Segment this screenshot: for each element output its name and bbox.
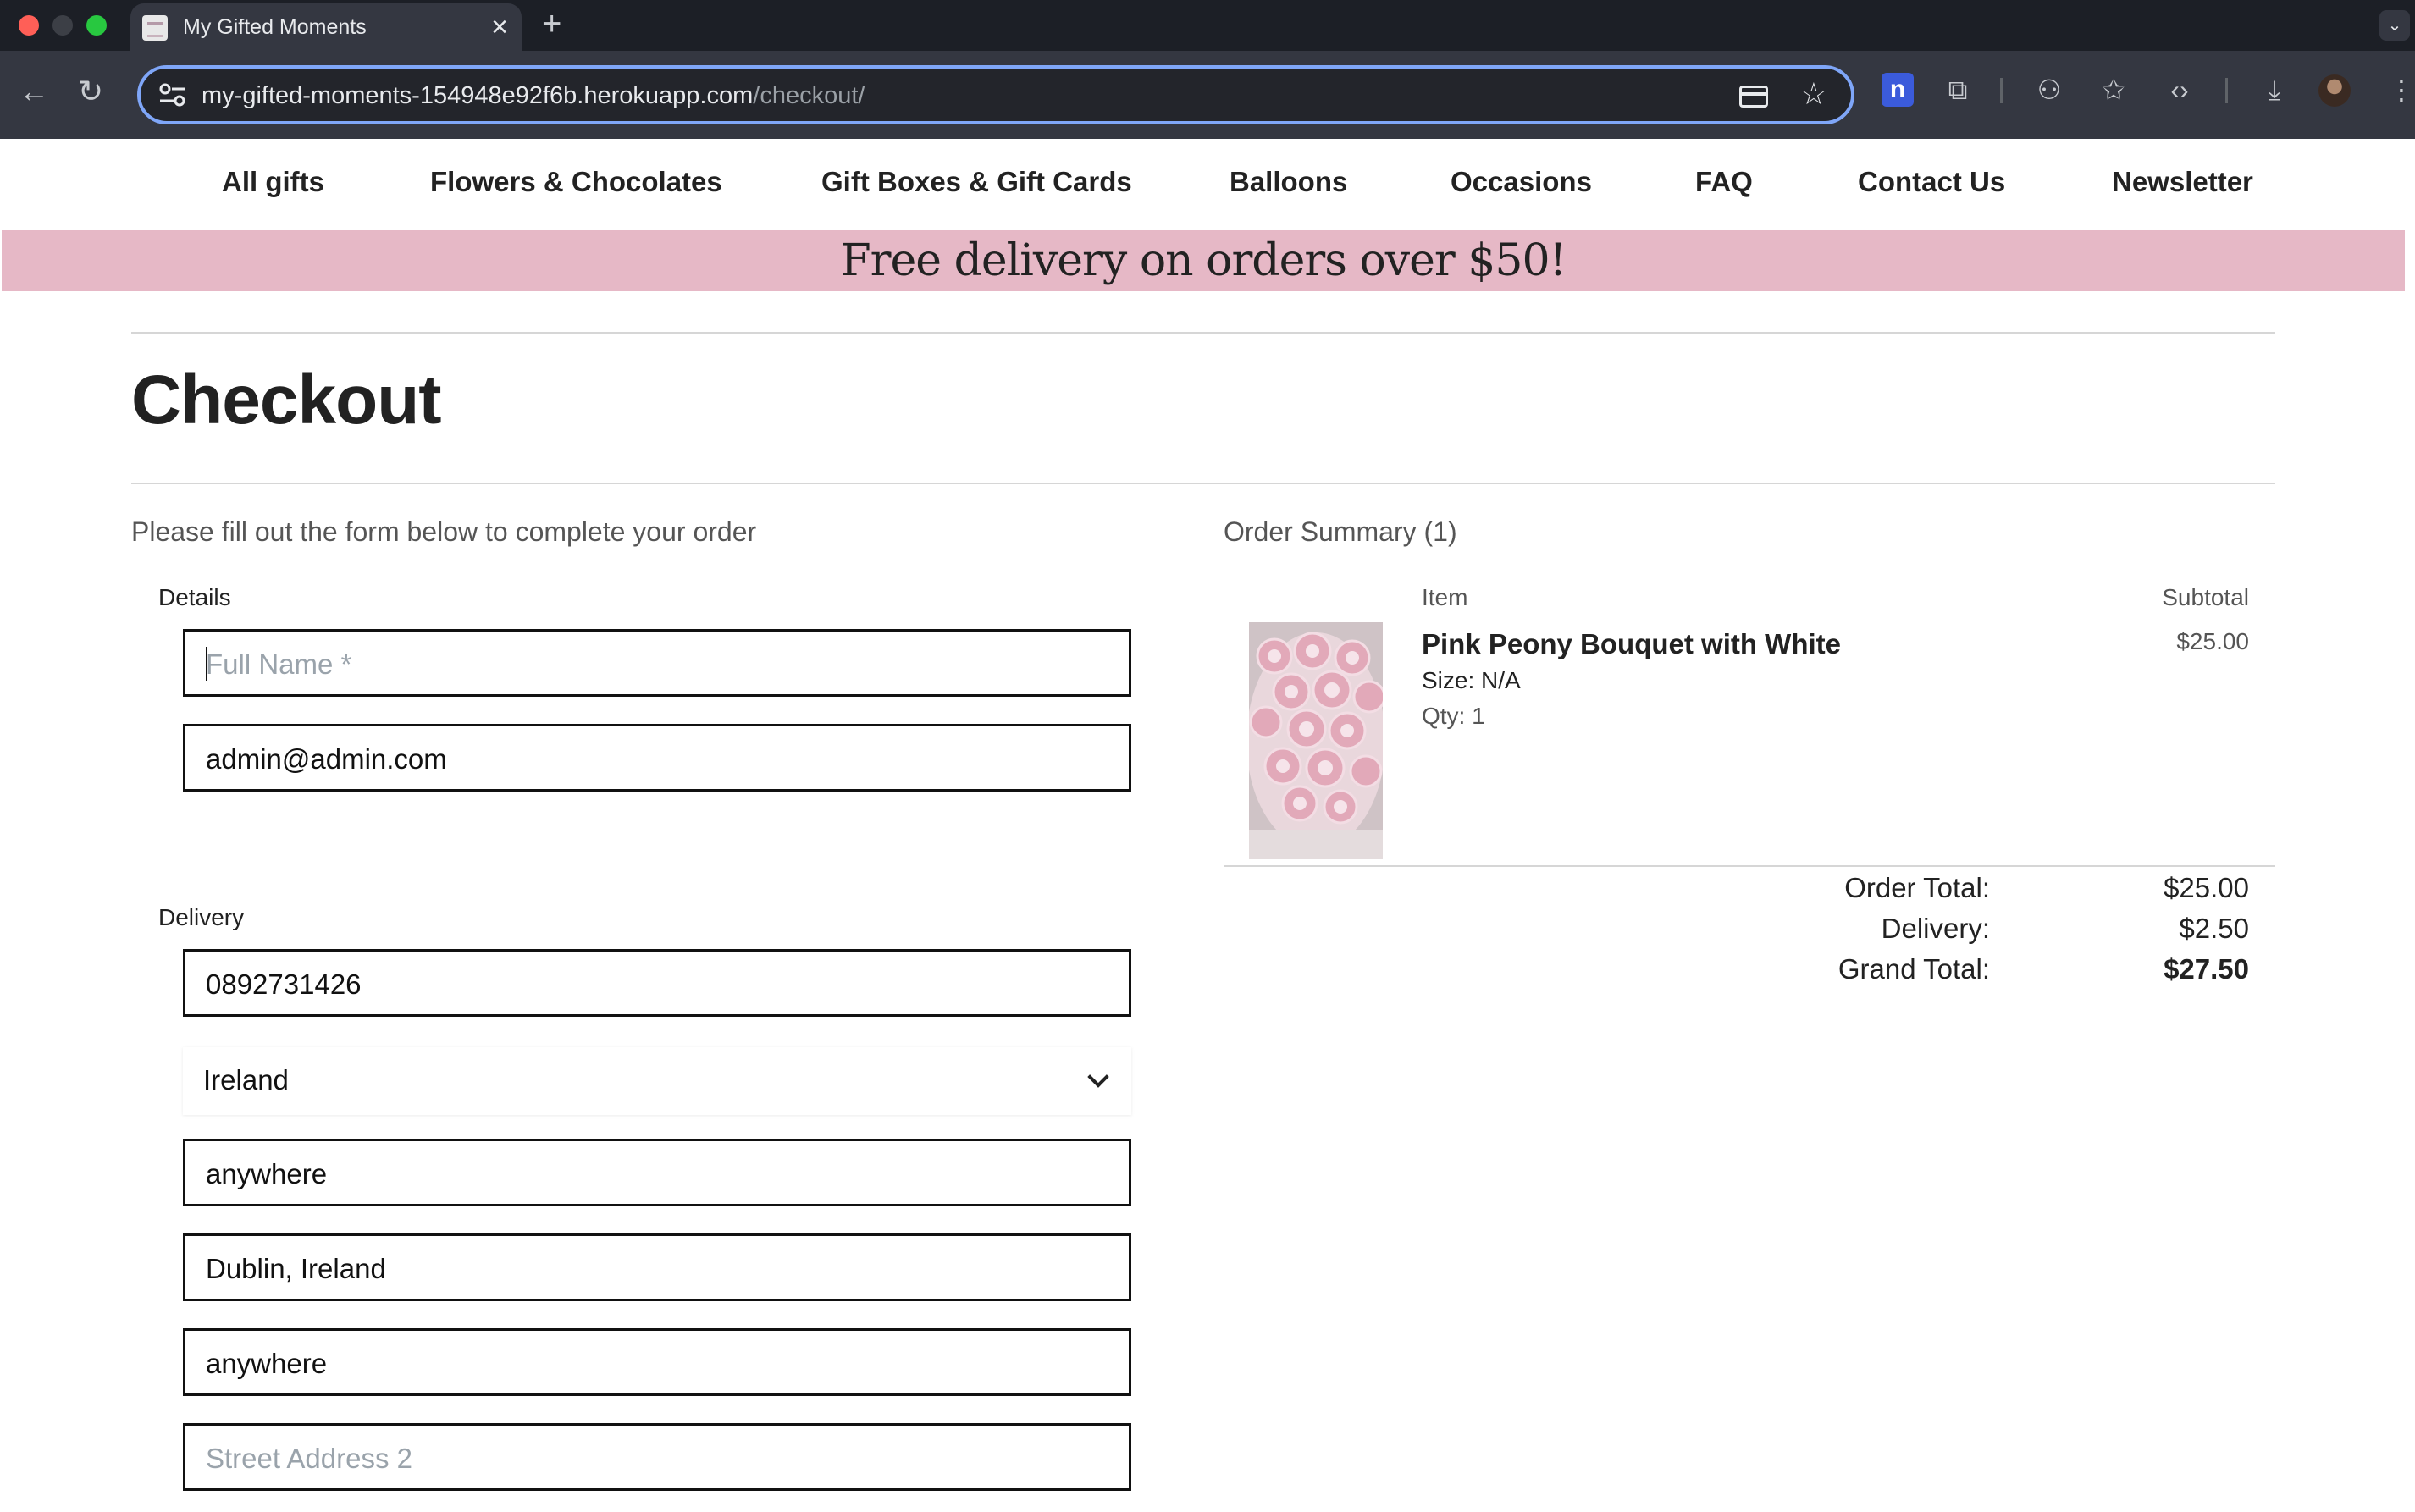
peony-bouquet-image: [1249, 622, 1383, 859]
back-icon[interactable]: ←: [19, 74, 49, 108]
incognito-icon[interactable]: ⚇: [2031, 73, 2068, 107]
order-total-label: Order Total:: [1844, 872, 1990, 903]
site-favicon-icon: [142, 15, 168, 41]
tab-search-icon[interactable]: ⌄: [2379, 10, 2410, 41]
nav-flowers-chocolates[interactable]: Flowers & Chocolates: [430, 166, 722, 198]
code-icon[interactable]: ‹›: [2159, 73, 2200, 107]
address-bar[interactable]: my-gifted-moments-154948e92f6b.herokuapp…: [137, 65, 1854, 124]
page-title: Checkout: [131, 361, 442, 439]
bookmark-star-icon[interactable]: ☆: [1800, 77, 1827, 111]
site-settings-icon[interactable]: [158, 81, 188, 108]
street-address-1-field[interactable]: anywhere: [183, 1328, 1131, 1396]
address-field-2-value: Dublin, Ireland: [206, 1253, 386, 1284]
subtotal-column-header: Subtotal: [2162, 584, 2249, 610]
item-column-header: Item: [1422, 584, 1468, 610]
main-navigation: All gifts Flowers & Chocolates Gift Boxe…: [0, 139, 2415, 229]
browser-tab[interactable]: My Gifted Moments ×: [130, 3, 522, 51]
address-field-2[interactable]: Dublin, Ireland: [183, 1233, 1131, 1301]
phone-number-field[interactable]: 0892731426: [183, 949, 1131, 1017]
product-size: Size: N/A: [1422, 667, 1521, 693]
chevron-down-icon: [1087, 1066, 1109, 1088]
delivery-label: Delivery:: [1881, 913, 1990, 944]
address-field-1-value: anywhere: [206, 1158, 328, 1189]
toolbar-separator: [2225, 78, 2228, 103]
order-summary-title: Order Summary (1): [1224, 516, 1457, 547]
details-legend: Details: [158, 584, 231, 610]
summary-divider: [1224, 865, 2275, 867]
divider: [131, 332, 2275, 334]
maximize-window-button[interactable]: [86, 15, 107, 36]
form-intro: Please fill out the form below to comple…: [131, 516, 757, 547]
nav-occasions[interactable]: Occasions: [1451, 166, 1592, 198]
download-icon[interactable]: ⤓: [2256, 73, 2293, 107]
browser-toolbar: ← ↻ my-gifted-moments-154948e92f6b.herok…: [0, 51, 2415, 139]
close-window-button[interactable]: [19, 15, 39, 36]
toolbar-separator: [2000, 78, 2003, 103]
payment-card-icon[interactable]: [1739, 86, 1768, 108]
url-text: my-gifted-moments-154948e92f6b.herokuapp…: [202, 82, 865, 110]
divider: [131, 483, 2275, 484]
street-address-2-field[interactable]: Street Address 2: [183, 1423, 1131, 1491]
browser-menu-icon[interactable]: ⋮: [2388, 73, 2415, 107]
grand-total-label: Grand Total:: [1838, 953, 1990, 985]
extensions-puzzle-icon[interactable]: ⧉: [1939, 73, 1976, 107]
country-select[interactable]: Ireland: [183, 1047, 1131, 1115]
favorites-icon[interactable]: ✩: [2095, 73, 2132, 107]
phone-number-value: 0892731426: [206, 968, 362, 1000]
street-address-1-value: anywhere: [206, 1348, 328, 1379]
product-subtotal: $25.00: [2176, 628, 2249, 654]
close-tab-icon[interactable]: ×: [491, 10, 508, 44]
order-total-value: $25.00: [2164, 872, 2249, 903]
address-field-1[interactable]: anywhere: [183, 1139, 1131, 1206]
product-quantity: Qty: 1: [1422, 703, 1485, 729]
full-name-placeholder: Full Name *: [206, 648, 352, 680]
nav-gift-boxes-gift-cards[interactable]: Gift Boxes & Gift Cards: [821, 166, 1132, 198]
delivery-value: $2.50: [2179, 913, 2249, 944]
nav-all-gifts[interactable]: All gifts: [222, 166, 324, 198]
banner-text: Free delivery on orders over $50!: [840, 235, 1567, 286]
product-name: Pink Peony Bouquet with White: [1422, 628, 1841, 659]
url-host: my-gifted-moments-154948e92f6b.herokuapp…: [202, 82, 754, 109]
free-delivery-banner: Free delivery on orders over $50!: [2, 230, 2405, 291]
nav-balloons[interactable]: Balloons: [1230, 166, 1347, 198]
product-image[interactable]: [1249, 622, 1383, 859]
email-value: admin@admin.com: [206, 743, 447, 775]
full-name-field[interactable]: Full Name *: [183, 629, 1131, 697]
grand-total-value: $27.50: [2164, 953, 2249, 985]
url-path: /checkout/: [753, 82, 865, 109]
extension-n-icon[interactable]: n: [1882, 73, 1914, 107]
page-content: All gifts Flowers & Chocolates Gift Boxe…: [0, 139, 2415, 1512]
profile-avatar[interactable]: [2318, 74, 2351, 107]
minimize-window-button[interactable]: [52, 15, 73, 36]
new-tab-icon[interactable]: +: [542, 3, 561, 44]
nav-faq[interactable]: FAQ: [1695, 166, 1753, 198]
email-field[interactable]: admin@admin.com: [183, 724, 1131, 792]
country-selected-value: Ireland: [203, 1064, 289, 1095]
tab-title: My Gifted Moments: [183, 15, 367, 39]
delivery-legend: Delivery: [158, 904, 245, 930]
nav-contact-us[interactable]: Contact Us: [1858, 166, 2005, 198]
street-address-2-placeholder: Street Address 2: [206, 1443, 412, 1474]
nav-newsletter[interactable]: Newsletter: [2112, 166, 2253, 198]
browser-tab-bar: My Gifted Moments × + ⌄: [0, 0, 2415, 51]
reload-icon[interactable]: ↻: [78, 74, 103, 108]
